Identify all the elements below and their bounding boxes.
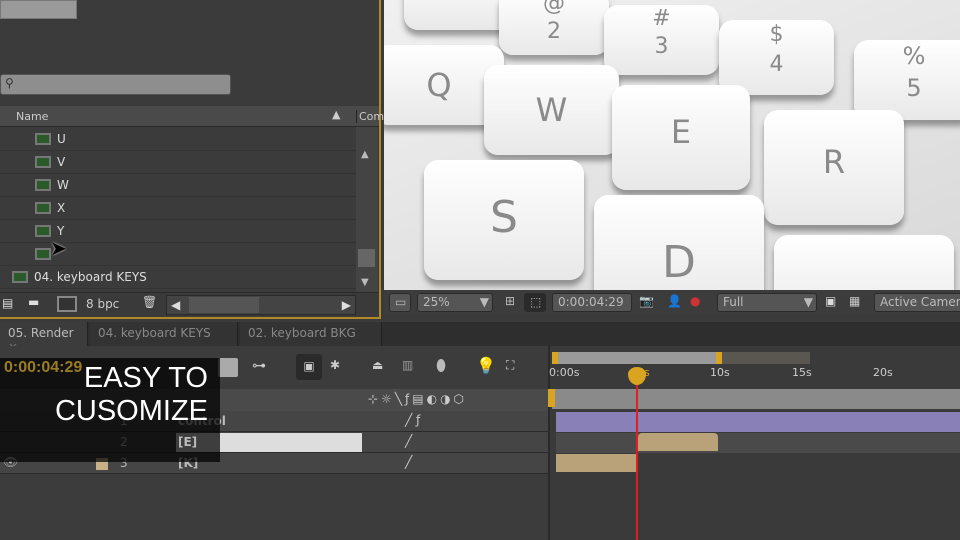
comp-mini-flowchart-icon[interactable]: ⊶ — [252, 358, 266, 374]
region-of-interest-icon[interactable]: ▣ — [825, 294, 836, 308]
keyboard-key: #3 — [604, 5, 719, 75]
bit-depth[interactable]: 8 bpc — [86, 297, 119, 311]
project-item[interactable]: U — [0, 128, 356, 151]
keyboard-key: D — [594, 195, 764, 290]
tab-keyboard-bkg[interactable]: 02. keyboard BKG — [240, 322, 382, 346]
column-name[interactable]: Name — [16, 110, 48, 123]
layer-bar-e[interactable] — [638, 433, 718, 451]
search-icon: ⚲ — [5, 76, 14, 90]
scroll-left-icon[interactable]: ◀ — [171, 298, 180, 312]
keyboard-key: % 5 — [854, 40, 960, 120]
ruler-label: 0:00s — [549, 366, 580, 379]
footage-icon — [35, 179, 51, 191]
mouse-cursor-icon: ➤ — [50, 236, 67, 260]
show-snapshot-icon[interactable]: 👤 — [667, 294, 682, 308]
graph-editor-lightbulb-icon[interactable]: 💡 — [476, 356, 496, 375]
ruler-label: 10s — [710, 366, 730, 379]
brainstorm-icon[interactable]: ⬮ — [436, 356, 446, 376]
keyboard-key: S — [424, 160, 584, 280]
project-item[interactable]: W — [0, 174, 356, 197]
work-area-bar[interactable] — [552, 352, 722, 364]
resolution-dropdown[interactable]: Full ▼ — [717, 293, 817, 312]
chevron-down-icon: ▼ — [479, 295, 489, 309]
interpret-footage-icon[interactable]: ▤ — [2, 296, 13, 310]
comp-track — [552, 389, 960, 409]
current-time[interactable]: 0:00:04:29 — [4, 359, 82, 377]
project-panel: ⚲ Name ▲ Com U V W X Y 04. keyboard KEYS… — [0, 0, 384, 319]
project-scrollbar[interactable]: ▲ ▼ — [356, 127, 378, 292]
draft-3d-icon[interactable]: ▣ — [296, 354, 322, 380]
playhead-line[interactable] — [636, 370, 638, 540]
sort-arrow-icon[interactable]: ▲ — [332, 108, 340, 121]
timecode-display[interactable]: 0:00:04:29 — [552, 293, 632, 312]
mask-visibility-icon[interactable]: ⬚ — [524, 293, 546, 312]
project-search-input[interactable]: ⚲ — [0, 74, 231, 95]
layer-track — [556, 433, 960, 453]
timeline-tabs: 05. Render × 04. keyboard KEYS 02. keybo… — [0, 322, 960, 354]
keyboard-key — [404, 0, 514, 30]
layer-bar-control[interactable] — [556, 412, 960, 432]
scroll-down-icon[interactable]: ▼ — [361, 277, 369, 288]
keyboard-key: $4 — [719, 20, 834, 95]
composition-icon — [12, 271, 28, 283]
frame-blending-icon[interactable]: ⏏ — [372, 358, 383, 372]
tab-keyboard-keys[interactable]: 04. keyboard KEYS — [90, 322, 238, 346]
footage-icon — [35, 225, 51, 237]
layer-bar-k[interactable] — [556, 454, 636, 472]
chevron-down-icon: ▼ — [803, 295, 813, 309]
motion-blur-icon[interactable]: ▥ — [402, 358, 413, 372]
project-item[interactable]: V — [0, 151, 356, 174]
project-footer: ▤ ▬ 8 bpc 🗑 ◀ ▶ — [0, 292, 379, 317]
keyboard-key — [774, 235, 954, 290]
keyboard-key: @2 — [499, 0, 609, 55]
channel-icon[interactable]: ● — [690, 294, 700, 308]
footage-icon — [35, 202, 51, 214]
hide-shy-layers-icon[interactable]: ✱ — [330, 358, 340, 372]
work-area-start-handle[interactable] — [548, 389, 555, 407]
new-folder-icon[interactable]: ▬ — [28, 295, 39, 309]
camera-dropdown[interactable]: Active Camera — [874, 293, 960, 312]
switches-icons: ⊹☼╲ƒ▤◐◑⬡ — [368, 392, 468, 406]
snapshot-icon[interactable]: 📷 — [639, 294, 654, 308]
project-item[interactable]: X — [0, 197, 356, 220]
scroll-right-icon[interactable]: ▶ — [342, 298, 351, 312]
ruler-label: 20s — [873, 366, 893, 379]
footage-icon — [35, 156, 51, 168]
footage-icon — [35, 248, 51, 260]
transparency-grid-icon[interactable]: ▦ — [849, 294, 860, 308]
graph-editor-icon[interactable]: ⛶ — [506, 358, 514, 373]
tab-render[interactable]: 05. Render × — [0, 322, 88, 354]
keyboard-key: R — [764, 110, 904, 225]
keyboard-key: W — [484, 65, 619, 155]
column-comment[interactable]: Com — [356, 110, 384, 123]
footage-icon — [35, 133, 51, 145]
project-column-header: Name ▲ Com — [0, 106, 384, 127]
composition-viewer[interactable]: @2 #3 $4 % 5 Q W E R S D — [384, 0, 960, 290]
new-comp-icon[interactable] — [57, 296, 77, 312]
keyboard-key: E — [612, 85, 750, 190]
magnification-icon[interactable]: ▭ — [389, 293, 411, 312]
scroll-thumb[interactable] — [189, 297, 259, 313]
layer-name: [E] — [178, 435, 198, 449]
panel-thumbnail — [0, 0, 77, 19]
title-safe-icon[interactable]: ⊞ — [500, 293, 520, 312]
ruler-label: 15s — [792, 366, 812, 379]
scroll-up-icon[interactable]: ▲ — [361, 149, 369, 160]
zoom-dropdown[interactable]: 25% ▼ — [417, 293, 493, 312]
search-layers-swatch[interactable] — [218, 358, 238, 377]
viewer-toolbar: ▭ 25% ▼ ⊞ ⬚ 0:00:04:29 📷 👤 ● Full ▼ ▣ ▦ Ac… — [384, 290, 960, 315]
scroll-thumb[interactable] — [358, 249, 375, 267]
trash-icon[interactable]: 🗑 — [142, 295, 157, 309]
horizontal-scrollbar[interactable]: ◀ ▶ — [166, 295, 356, 315]
project-comp-item[interactable]: 04. keyboard KEYS — [0, 266, 356, 289]
